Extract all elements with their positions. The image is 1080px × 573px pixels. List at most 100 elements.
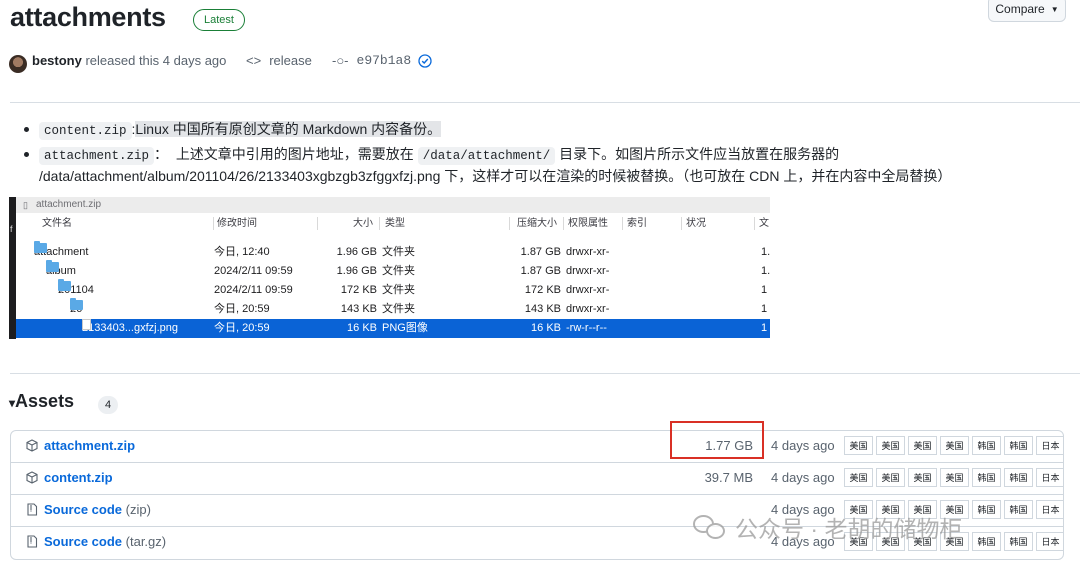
- finder-row-size: 172 KB: [340, 284, 377, 296]
- col-header-status[interactable]: 状况: [686, 213, 706, 234]
- note-text: Linux 中国所有原创文章的 Markdown 内容备份。: [135, 121, 442, 137]
- finder-row-type: PNG图像: [382, 322, 428, 334]
- asset-date: 4 days ago: [771, 470, 835, 485]
- release-author-line: bestony released this 4 days ago: [32, 53, 226, 68]
- verified-icon[interactable]: [418, 53, 432, 68]
- mirror-download-button[interactable]: 韩国: [1004, 500, 1033, 519]
- finder-row[interactable]: ∨attachment 今日, 12:40 1.96 GB 文件夹 1.87 GB drw…: [16, 241, 770, 262]
- mirror-download-button[interactable]: 美国: [844, 468, 873, 487]
- col-header-extra[interactable]: 文: [759, 213, 769, 234]
- mirror-download-button[interactable]: 美国: [908, 468, 937, 487]
- note-item-attachment: attachment.zip： 上述文章中引用的图片地址，需要放在 /data/…: [39, 144, 839, 165]
- finder-row[interactable]: 2133403...gxfzj.png 今日, 20:59 16 KB PNG图像 16…: [16, 319, 770, 338]
- mirror-download-button[interactable]: 韩国: [972, 532, 1001, 551]
- finder-row-perm: drwxr-xr-: [566, 303, 610, 315]
- window-edge-char: f: [10, 224, 13, 234]
- window-title: ▯ attachment.zip: [16, 197, 770, 213]
- window-title-text: attachment.zip: [36, 199, 102, 210]
- folder-icon: [58, 279, 71, 291]
- zip-icon: ▯: [23, 200, 28, 210]
- col-header-size[interactable]: 大小: [353, 213, 373, 234]
- finder-row[interactable]: ∨album2024/2/11 09:591.96 GB文件夹1.87 GBdr…: [16, 260, 770, 281]
- mirror-download-button[interactable]: 韩国: [972, 500, 1001, 519]
- note-text: 上述文章中引用的图片地址，需要放在: [175, 146, 414, 162]
- asset-size: 39.7 MB: [704, 470, 753, 485]
- col-header-index[interactable]: 索引: [627, 213, 647, 234]
- finder-row-modified: 2024/2/11 09:59: [214, 284, 293, 296]
- finder-row[interactable]: ∨26 今日, 20:59 143 KB 文件夹 143 KB drwxr-xr- 1: [16, 298, 770, 319]
- inline-code: attachment.zip: [39, 147, 155, 165]
- assets-toggle[interactable]: ▾Assets: [9, 391, 74, 412]
- asset-link[interactable]: content.zip: [44, 470, 113, 485]
- finder-row-perm: drwxr-xr-: [566, 246, 610, 258]
- mirror-download-button[interactable]: 美国: [876, 468, 905, 487]
- chevron-down-icon: ▼: [1050, 4, 1059, 14]
- col-header-modified[interactable]: 修改时间: [217, 213, 257, 234]
- col-header-type[interactable]: 类型: [385, 213, 405, 234]
- mirror-download-button[interactable]: 韩国: [1004, 468, 1033, 487]
- finder-row-type: 文件夹: [382, 284, 415, 296]
- image-file-icon: [82, 319, 91, 330]
- mirror-download-button[interactable]: 美国: [908, 436, 937, 455]
- asset-format: (zip): [122, 502, 151, 517]
- mirror-download-button[interactable]: 美国: [876, 436, 905, 455]
- commit-link[interactable]: -○- e97b1a8: [332, 53, 432, 68]
- finder-row-modified: 今日, 12:40: [214, 246, 270, 258]
- asset-format: (tar.gz): [122, 534, 167, 549]
- mirror-download-button[interactable]: 日本: [1036, 532, 1063, 551]
- tag-link[interactable]: <> release: [246, 53, 312, 68]
- col-header-compressed[interactable]: 压缩大小: [517, 213, 557, 234]
- mirror-download-button[interactable]: 日本: [1036, 500, 1063, 519]
- col-header-name[interactable]: 文件名: [42, 213, 72, 234]
- watermark-text: 公众号 · 老胡的储物柜: [735, 516, 963, 542]
- col-header-perm[interactable]: 权限属性: [568, 213, 608, 234]
- finder-row-name: ∨attachment: [34, 241, 88, 262]
- finder-row-extra: 1: [761, 322, 768, 334]
- finder-row-modified: 今日, 20:59: [214, 322, 270, 334]
- mirror-download-button[interactable]: 韩国: [972, 468, 1001, 487]
- wechat-logo-icon: [693, 513, 727, 541]
- package-icon: [26, 439, 38, 452]
- release-title[interactable]: attachments: [10, 2, 166, 33]
- asset-link[interactable]: Source code (tar.gz): [44, 534, 166, 549]
- compare-button[interactable]: Compare ▼: [988, 0, 1066, 22]
- mirror-download-button[interactable]: 美国: [940, 468, 969, 487]
- mirror-download-button[interactable]: 韩国: [1004, 532, 1033, 551]
- inline-code-path: /data/attachment/: [417, 147, 556, 165]
- mirror-download-button[interactable]: 韩国: [972, 436, 1001, 455]
- mirror-download-button[interactable]: 美国: [844, 436, 873, 455]
- finder-row-extra: 1.: [761, 265, 770, 277]
- finder-row-name: ∨201104: [58, 279, 94, 300]
- avatar[interactable]: [9, 55, 27, 73]
- mirror-download-button[interactable]: 美国: [940, 436, 969, 455]
- wechat-watermark: 公众号 · 老胡的储物柜: [693, 510, 962, 544]
- assets-heading: Assets: [15, 391, 75, 411]
- assets-count-badge: 4: [98, 396, 118, 414]
- finder-row-size: 16 KB: [347, 322, 377, 334]
- mirror-download-button[interactable]: 日本: [1036, 436, 1063, 455]
- latest-badge: Latest: [193, 9, 245, 31]
- file-zip-icon: [27, 535, 38, 548]
- finder-row-perm: drwxr-xr-: [566, 284, 610, 296]
- finder-row-extra: 1: [761, 284, 768, 296]
- asset-link[interactable]: attachment.zip: [44, 438, 135, 453]
- finder-row[interactable]: ∨201104 2024/2/11 09:59 172 KB 文件夹 172 KB drw…: [16, 279, 770, 300]
- finder-row-compressed: 143 KB: [524, 303, 561, 315]
- mirror-download-button[interactable]: 韩国: [1004, 436, 1033, 455]
- note-item-attachment-line2: /data/attachment/album/201104/26/2133403…: [39, 168, 952, 184]
- finder-row-type: 文件夹: [382, 265, 415, 277]
- mirror-download-button[interactable]: 日本: [1036, 468, 1063, 487]
- finder-row-modified: 2024/2/11 09:59: [214, 265, 293, 277]
- size-highlight-box: [670, 421, 764, 459]
- author-link[interactable]: bestony: [32, 53, 82, 68]
- folder-icon: [46, 260, 59, 272]
- finder-row-type: 文件夹: [382, 246, 415, 258]
- file-zip-icon: [27, 503, 38, 516]
- finder-row-extra: 1: [761, 303, 768, 315]
- header-divider: [10, 102, 1080, 103]
- asset-link[interactable]: Source code (zip): [44, 502, 151, 517]
- window-edge: f: [9, 197, 16, 339]
- finder-row-size: 1.96 GB: [336, 246, 377, 258]
- separator: ：: [154, 146, 169, 162]
- code-icon: <>: [246, 53, 262, 68]
